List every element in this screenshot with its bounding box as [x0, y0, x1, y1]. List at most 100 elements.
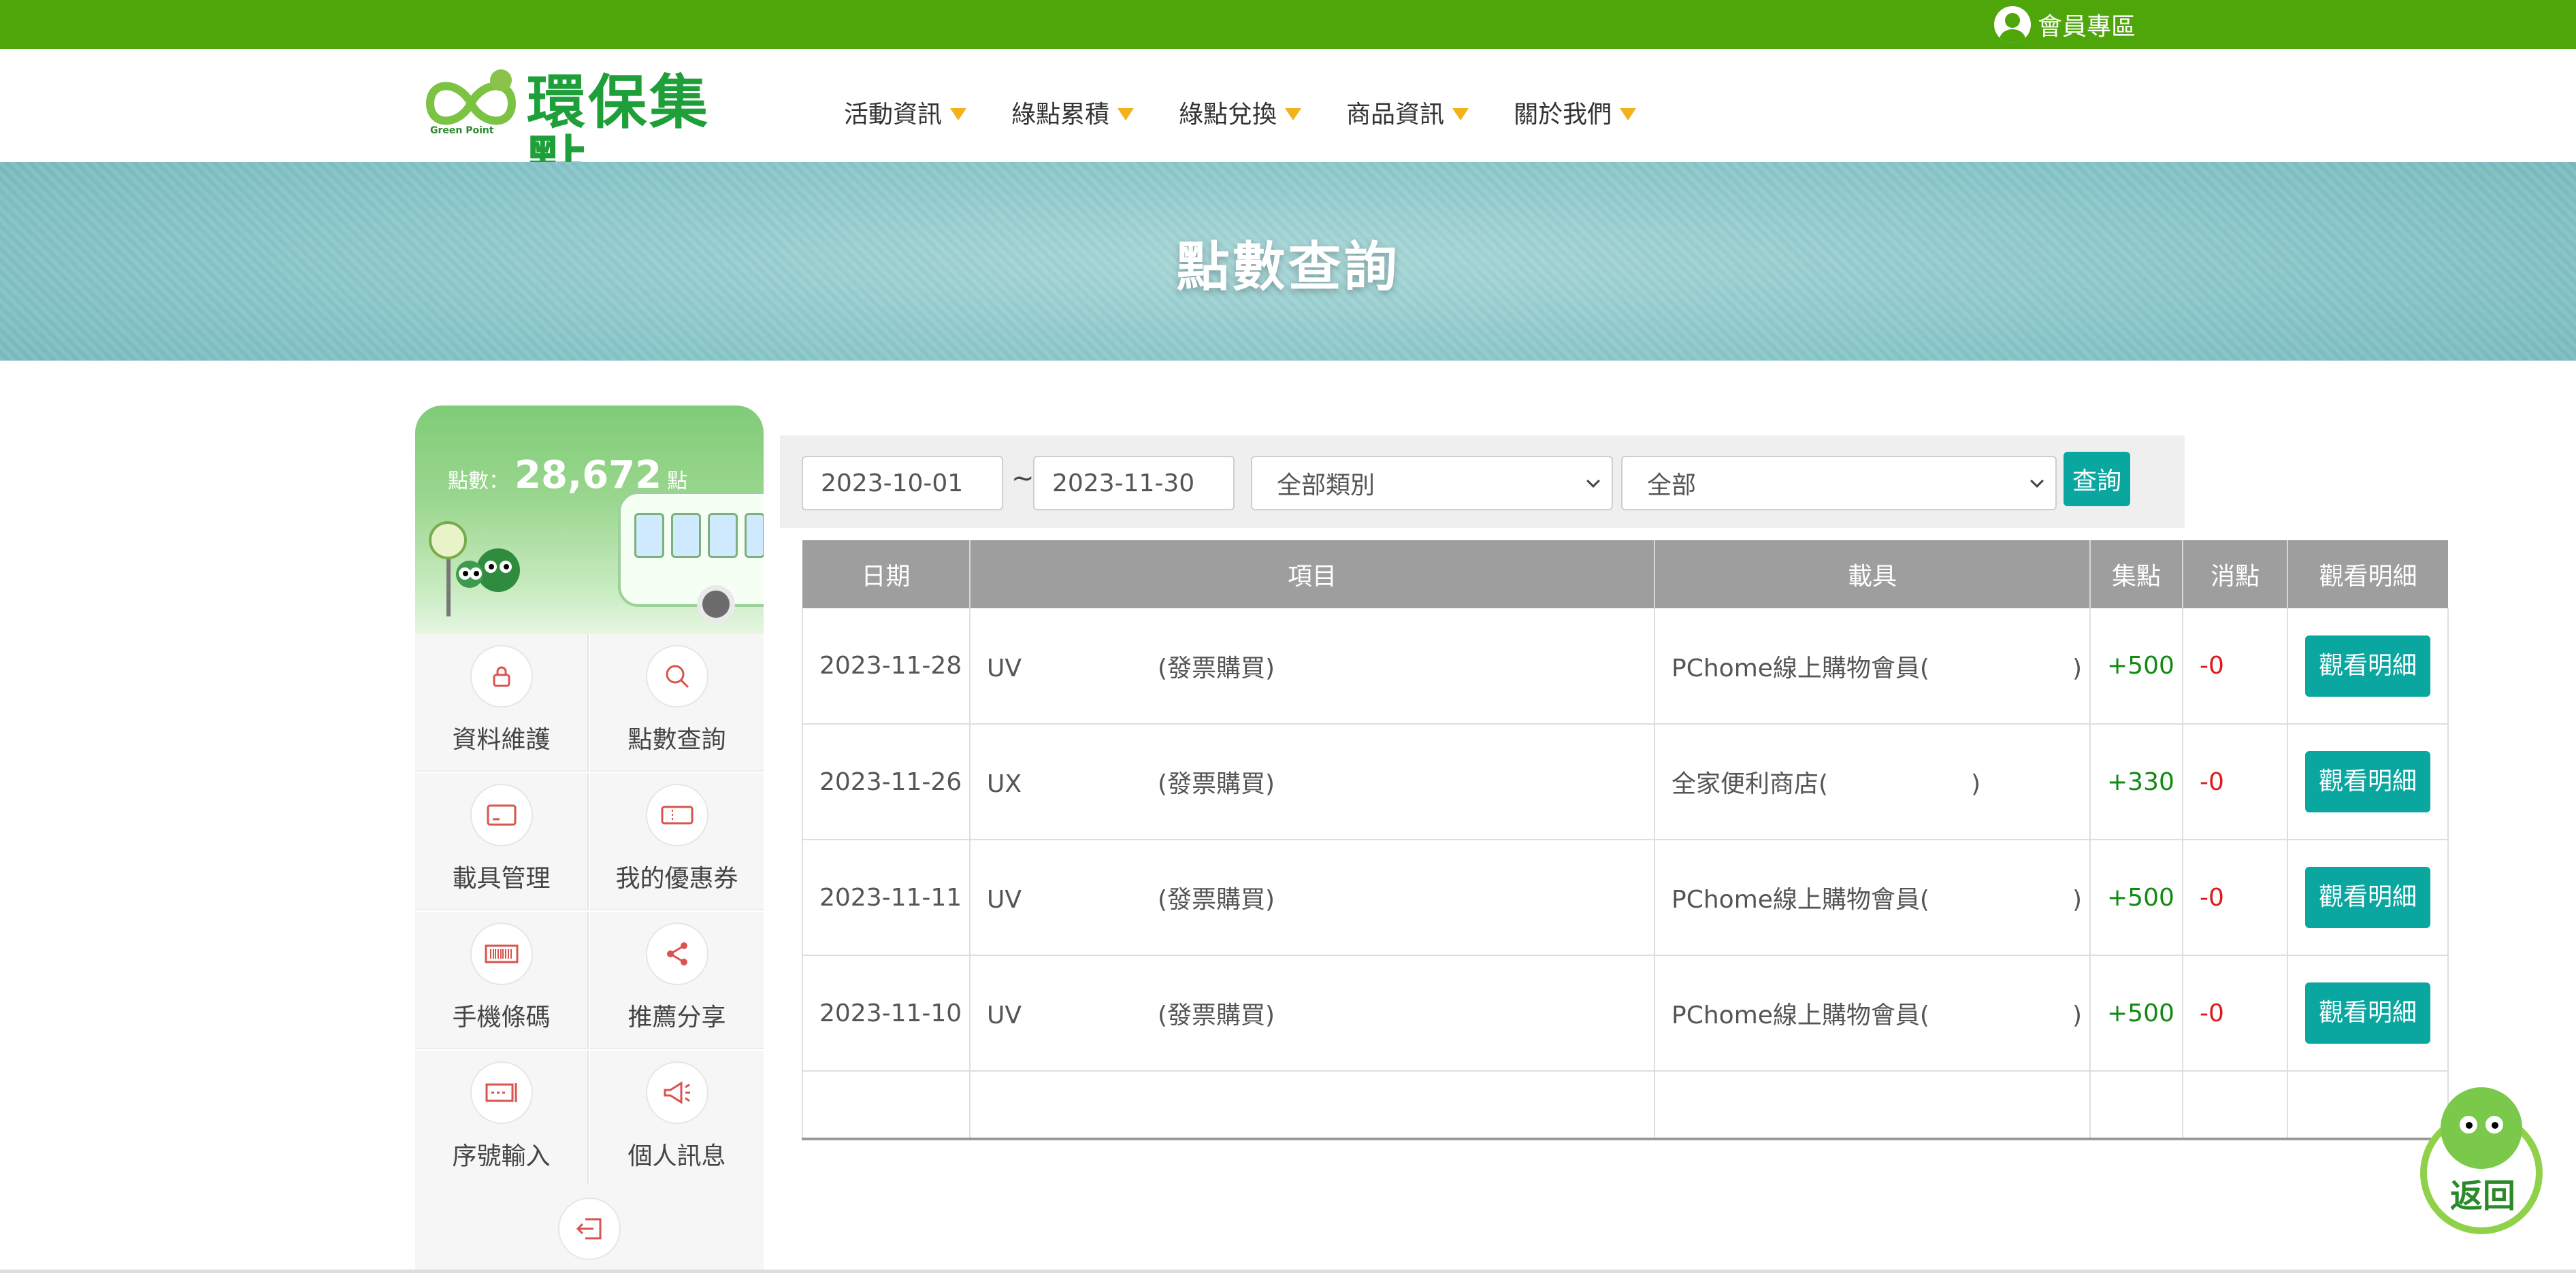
row-date: 2023-11-26	[802, 724, 971, 840]
row-carrier: PChome線上購物會員()	[1654, 840, 2091, 956]
carrier-end: )	[2072, 886, 2082, 914]
site-logo[interactable]: 環保集點 Green Point	[421, 67, 754, 195]
date-from-input[interactable]: 2023-10-01	[802, 456, 1003, 510]
detail-button[interactable]: 觀看明細	[2305, 751, 2430, 812]
barcode-icon	[470, 923, 533, 985]
share-icon	[645, 923, 708, 985]
table-row: 2023-11-11 UV (發票購買) PChome線上購物會員() +500 …	[802, 840, 2449, 956]
row-item: UV (發票購買)	[970, 608, 1655, 725]
caret-down-icon	[1620, 108, 1637, 120]
card-icon	[470, 784, 533, 846]
carrier-end: )	[2072, 1002, 2082, 1029]
back-button[interactable]: 返回	[2420, 1087, 2545, 1234]
nav-products[interactable]: 商品資訊	[1346, 88, 1469, 136]
col-earn: 集點	[2090, 540, 2183, 608]
carrier-name: 全家便利商店(	[1672, 770, 1829, 798]
caret-down-icon	[1285, 108, 1302, 120]
nav-activity[interactable]: 活動資訊	[844, 88, 967, 136]
logo-subtext: Green Point	[430, 125, 494, 136]
chevron-down-icon	[1586, 474, 1600, 488]
detail-button[interactable]: 觀看明細	[2305, 982, 2430, 1044]
sidebar-item-messages[interactable]: 個人訊息	[590, 1051, 764, 1188]
row-earn: +500	[2090, 955, 2183, 1072]
col-item: 項目	[970, 540, 1655, 608]
row-date: 2023-11-10	[802, 955, 971, 1072]
lock-icon	[470, 645, 533, 708]
row-date: 2023-11-11	[802, 840, 971, 956]
row-spend: -0	[2183, 955, 2288, 1072]
ticket-icon	[645, 784, 708, 846]
page-title: 點數查詢	[1176, 237, 1400, 298]
carrier-name: PChome線上購物會員(	[1672, 654, 1929, 682]
query-button[interactable]: 查詢	[2064, 452, 2130, 506]
nav-earn[interactable]: 綠點累積	[1011, 88, 1135, 136]
col-detail: 觀看明細	[2287, 540, 2448, 608]
sidebar-item-label: 載具管理	[452, 865, 551, 893]
row-spend: -0	[2183, 724, 2288, 840]
sidebar-item-barcode[interactable]: 手機條碼	[415, 912, 589, 1049]
detail-button[interactable]: 觀看明細	[2305, 867, 2430, 928]
sidebar-item-coupons[interactable]: 我的優惠券	[590, 773, 764, 910]
detail-button[interactable]: 觀看明細	[2305, 635, 2430, 697]
category-select[interactable]: 全部類別	[1251, 456, 1613, 510]
member-link[interactable]: 會員專區	[1994, 5, 2136, 44]
row-item: UX (發票購買)	[970, 724, 1655, 840]
caret-down-icon	[1452, 108, 1469, 120]
row-detail-cell: 觀看明細	[2287, 840, 2449, 956]
points-value: 28,672	[515, 453, 662, 497]
main-nav: 活動資訊 綠點累積 綠點兌換 商品資訊 關於我們	[844, 88, 1681, 136]
sidebar-item-label: 推薦分享	[627, 1004, 726, 1031]
logout-icon	[558, 1197, 621, 1260]
sidebar-item-points[interactable]: 點數查詢	[590, 634, 764, 772]
page-bottom-edge	[0, 1270, 2576, 1273]
row-carrier: PChome線上購物會員()	[1654, 608, 2091, 725]
row-earn: +500	[2090, 840, 2183, 956]
sidebar-item-profile[interactable]: 資料維護	[415, 634, 589, 772]
sidebar-item-share[interactable]: 推薦分享	[590, 912, 764, 1049]
back-label: 返回	[2449, 1177, 2515, 1215]
points-table: 日期 項目 載具 集點 消點 觀看明細 2023-11-28 UV (發票購買) …	[802, 540, 2449, 1140]
row-item: UV (發票購買)	[970, 840, 1655, 956]
item-note: (發票購買)	[1157, 1002, 1275, 1029]
caret-down-icon	[1118, 108, 1135, 120]
chevron-down-icon	[2030, 474, 2044, 488]
item-code: UX	[987, 770, 1022, 798]
table-row-empty	[802, 1071, 2449, 1140]
col-spend: 消點	[2183, 540, 2288, 608]
item-code: UV	[987, 654, 1022, 682]
scope-value: 全部	[1647, 472, 1697, 499]
member-label: 會員專區	[2038, 13, 2136, 41]
sidebar-item-carrier[interactable]: 載具管理	[415, 773, 589, 910]
nav-label: 關於我們	[1514, 101, 1612, 129]
item-note: (發票購買)	[1157, 886, 1275, 914]
item-code: UV	[987, 1002, 1022, 1029]
col-date: 日期	[802, 540, 971, 608]
row-detail-cell: 觀看明細	[2287, 955, 2449, 1072]
table-row: 2023-11-10 UV (發票購買) PChome線上購物會員() +500 …	[802, 955, 2449, 1072]
nav-label: 綠點兌換	[1179, 101, 1277, 129]
filter-bar: 2023-10-01 ~ 2023-11-30 全部類別 全部 查詢	[780, 435, 2185, 528]
search-icon	[645, 645, 708, 708]
points-card: 點數： 28,672 點	[415, 406, 764, 634]
top-bar: 會員專區	[0, 0, 2576, 49]
table-row: 2023-11-26 UX (發票購買) 全家便利商店() +330 -0 觀看明…	[802, 724, 2449, 840]
user-icon	[1994, 6, 2031, 43]
date-to-input[interactable]: 2023-11-30	[1033, 456, 1235, 510]
mascot-illustration	[429, 521, 544, 623]
nav-label: 活動資訊	[844, 101, 943, 129]
sidebar-item-label: 序號輸入	[452, 1142, 551, 1170]
sidebar-item-serial[interactable]: 序號輸入	[415, 1051, 589, 1188]
nav-about[interactable]: 關於我們	[1514, 88, 1637, 136]
row-date: 2023-11-28	[802, 608, 971, 725]
item-note: (發票購買)	[1157, 654, 1275, 682]
carrier-end: )	[1971, 770, 1981, 798]
nav-label: 商品資訊	[1346, 101, 1445, 129]
sidebar-item-label: 手機條碼	[452, 1004, 551, 1031]
row-earn: +330	[2090, 724, 2183, 840]
row-carrier: 全家便利商店()	[1654, 724, 2091, 840]
scope-select[interactable]: 全部	[1621, 456, 2057, 510]
nav-redeem[interactable]: 綠點兌換	[1179, 88, 1302, 136]
col-carrier: 載具	[1654, 540, 2091, 608]
sidebar-item-logout[interactable]	[415, 1184, 764, 1273]
row-spend: -0	[2183, 840, 2288, 956]
